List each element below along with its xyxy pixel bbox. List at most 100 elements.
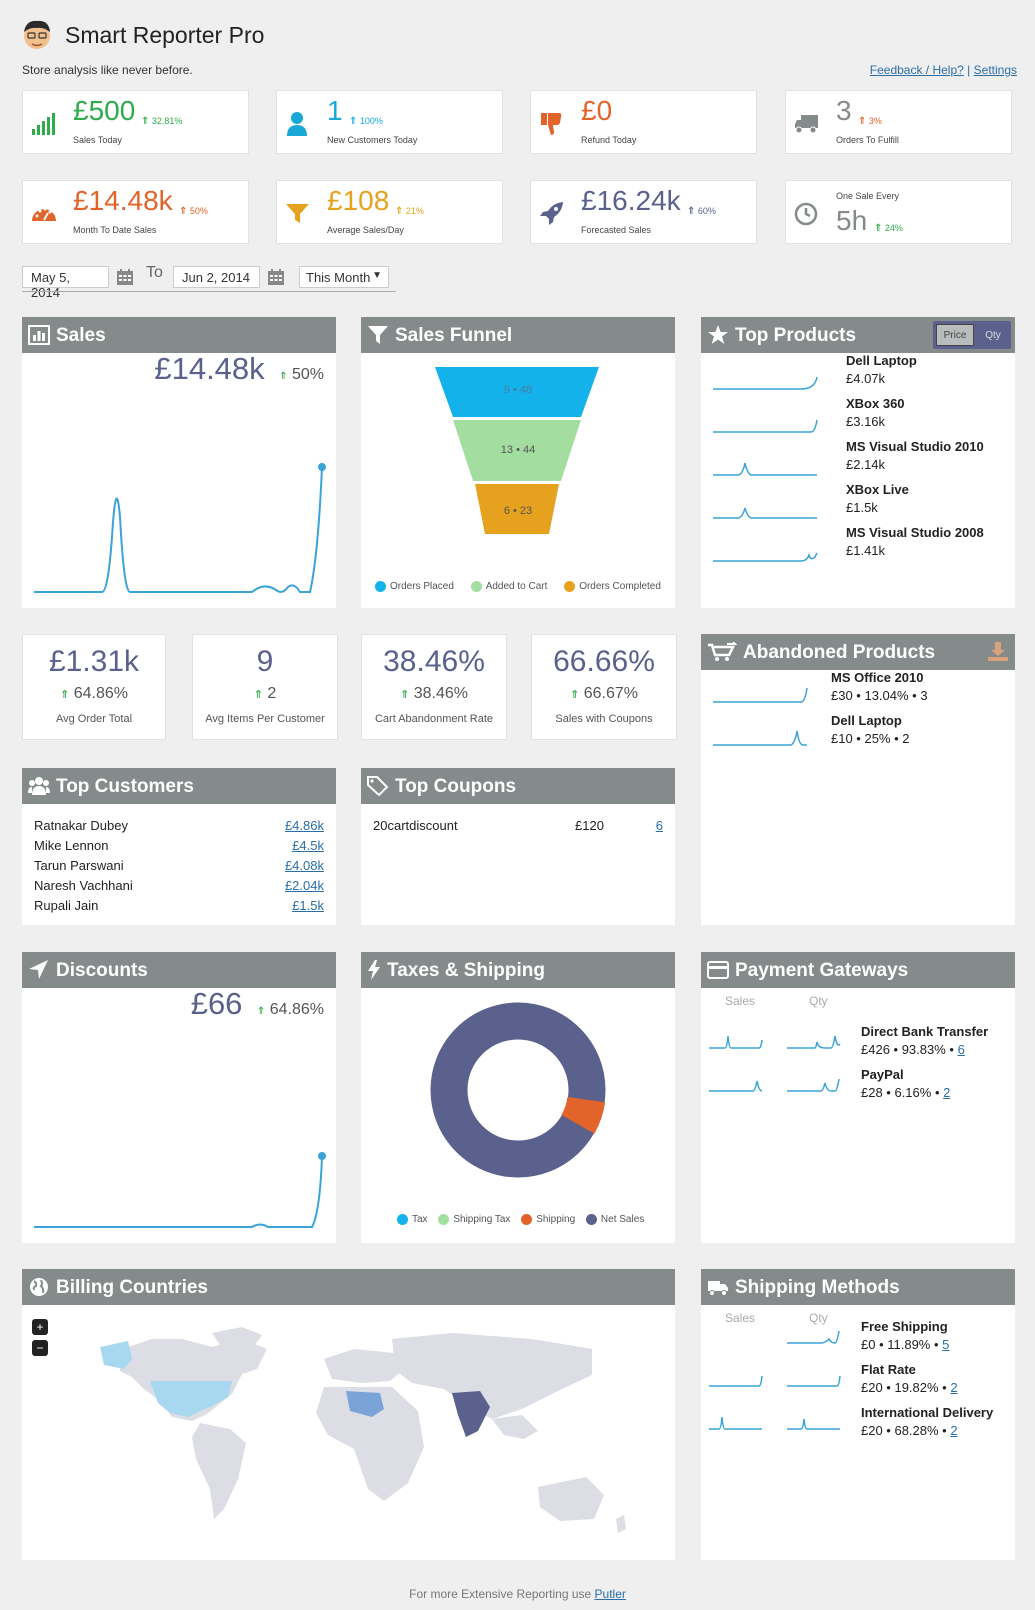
- gateway-detail: £20 • 19.82% • 2: [861, 1380, 958, 1395]
- map-zoom-out-button[interactable]: −: [32, 1340, 48, 1356]
- product-sparkline: [713, 419, 818, 433]
- map-zoom-in-button[interactable]: +: [32, 1319, 48, 1335]
- customer-value-link[interactable]: £1.5k: [292, 898, 324, 913]
- discounts-sparkline: [34, 1152, 326, 1228]
- kpi-label: Orders To Fulfill: [836, 135, 899, 145]
- product-value: £3.16k: [846, 414, 886, 429]
- up-arrow-icon: ⇑: [349, 116, 358, 127]
- date-from-input[interactable]: May 5, 2014: [22, 266, 109, 300]
- clock-icon: [794, 202, 818, 226]
- gateway-count-link[interactable]: 2: [950, 1380, 957, 1395]
- payment-header: Payment Gateways: [701, 952, 1015, 988]
- shipping-method-row[interactable]: Free Shipping £0 • 11.89% • 5: [701, 1319, 1015, 1365]
- shipping-method-row[interactable]: Flat Rate £20 • 19.82% • 2: [701, 1362, 1015, 1408]
- shipping-methods-widget: Shipping Methods Sales Qty Free Shipping…: [701, 1269, 1015, 1560]
- sales-total: £14.48k: [154, 351, 265, 386]
- stat-value: £1.31k: [48, 645, 140, 678]
- abandoned-title: Abandoned Products: [743, 642, 936, 663]
- toggle-price[interactable]: Price: [936, 324, 974, 346]
- funnel-icon: [286, 204, 309, 223]
- legend-dot: [564, 581, 576, 592]
- bar-chart-icon: [28, 325, 50, 345]
- settings-link[interactable]: Settings: [974, 63, 1017, 77]
- rocket-icon: [540, 202, 563, 225]
- world-map[interactable]: [92, 1319, 652, 1559]
- gauge-icon: [32, 207, 56, 221]
- top-products-header: Top Products Price Qty: [701, 317, 1015, 353]
- gateway-name: PayPal: [861, 1067, 904, 1082]
- customer-value-link[interactable]: £4.86k: [285, 818, 324, 833]
- price-qty-toggle[interactable]: Price Qty: [933, 321, 1011, 349]
- credit-card-icon: [707, 961, 729, 979]
- gateway-count-link[interactable]: 6: [958, 1042, 965, 1057]
- stat-change: ⇑ 2: [193, 685, 337, 703]
- toggle-qty[interactable]: Qty: [977, 324, 1009, 346]
- coupon-count-link[interactable]: 6: [656, 818, 663, 833]
- abandoned-detail: £30 • 13.04% • 3: [831, 688, 928, 703]
- kpi-card: £0 Refund Today: [530, 90, 757, 154]
- customer-value-link[interactable]: £2.04k: [285, 878, 324, 893]
- gateway-detail-text: £20 • 68.28% •: [861, 1423, 951, 1438]
- up-arrow-icon: ⇑: [687, 206, 696, 217]
- product-value: £1.5k: [846, 500, 878, 515]
- signal-bars-icon: [32, 113, 55, 135]
- kpi-label: Average Sales/Day: [327, 225, 404, 235]
- legend-shipping: Shipping: [536, 1214, 576, 1226]
- kpi-change: ⇑ 21%: [395, 206, 424, 217]
- taxes-header: Taxes & Shipping: [361, 952, 675, 988]
- cart-icon: [708, 642, 737, 661]
- gateway-name: International Delivery: [861, 1405, 994, 1420]
- sales-header: Sales: [22, 317, 336, 353]
- legend-added-to-cart: Added to Cart: [485, 581, 548, 593]
- abandoned-row[interactable]: Dell Laptop £10 • 25% • 2: [701, 713, 1015, 761]
- kpi-value: £0: [581, 95, 613, 126]
- avatar-icon: [24, 20, 50, 49]
- shipping-method-row[interactable]: International Delivery £20 • 68.28% • 2: [701, 1405, 1015, 1451]
- kpi-value: 3: [836, 95, 852, 126]
- customer-name: Naresh Vachhani: [34, 878, 133, 893]
- qty-sparkline: [787, 1418, 840, 1430]
- top-products-widget: Top Products Price Qty Dell Laptop £4.07…: [701, 317, 1015, 608]
- customer-row: Rupali Jain £1.5k: [34, 898, 324, 918]
- download-icon[interactable]: [987, 642, 1009, 662]
- putler-link[interactable]: Putler: [595, 1587, 626, 1601]
- kpi-change: ⇑ 24%: [874, 223, 903, 234]
- payment-title: Payment Gateways: [735, 960, 909, 981]
- product-row[interactable]: MS Visual Studio 2008 £1.41k: [701, 525, 1015, 579]
- taxes-shipping-widget: Taxes & Shipping Tax Shipping Tax Shippi…: [361, 952, 675, 1243]
- gateway-row[interactable]: Direct Bank Transfer £426 • 93.83% • 6: [701, 1024, 1015, 1070]
- up-arrow-icon: ⇑: [60, 689, 70, 701]
- kpi-label: Month To Date Sales: [73, 225, 157, 235]
- calendar-icon[interactable]: [267, 268, 285, 286]
- product-name: Dell Laptop: [846, 353, 917, 368]
- gateway-count-link[interactable]: 5: [942, 1337, 949, 1352]
- stat-card: 66.66% ⇑ 66.67% Sales with Coupons: [531, 634, 677, 740]
- kpi-change-value: 60%: [697, 206, 716, 216]
- billing-header: Billing Countries: [22, 1269, 675, 1305]
- legend-dot: [585, 1214, 597, 1225]
- date-preset-select[interactable]: This Month ▼: [299, 266, 389, 288]
- top-coupons-widget: Top Coupons 20cartdiscount £120 6: [361, 768, 675, 925]
- feedback-link[interactable]: Feedback / Help?: [870, 63, 964, 77]
- coupon-amount: £120: [575, 818, 604, 833]
- gateway-row[interactable]: PayPal £28 • 6.16% • 2: [701, 1067, 1015, 1113]
- taxes-title: Taxes & Shipping: [387, 960, 546, 981]
- kpi-card: £14.48k Month To Date Sales ⇑ 50%: [22, 180, 249, 244]
- kpi-card: £108 Average Sales/Day ⇑ 21%: [276, 180, 503, 244]
- gateway-name: Flat Rate: [861, 1362, 916, 1377]
- date-to-input[interactable]: Jun 2, 2014: [173, 266, 260, 288]
- customer-value-link[interactable]: £4.08k: [285, 858, 324, 873]
- product-name: XBox Live: [846, 482, 909, 497]
- sales-sparkline: [709, 1375, 763, 1387]
- sales-summary: £14.48k ⇑ 50%: [154, 351, 324, 387]
- stat-value: 9: [256, 645, 274, 678]
- top-customers-header: Top Customers: [22, 768, 336, 804]
- gateway-count-link[interactable]: 2: [950, 1423, 957, 1438]
- customer-value-link[interactable]: £4.5k: [292, 838, 324, 853]
- abandoned-row[interactable]: MS Office 2010 £30 • 13.04% • 3: [701, 670, 1015, 718]
- calendar-icon[interactable]: [116, 268, 134, 286]
- billing-countries-widget: Billing Countries + −: [22, 1269, 675, 1560]
- kpi-change-value: 24%: [884, 223, 903, 233]
- kpi-change: ⇑ 100%: [349, 116, 383, 127]
- gateway-count-link[interactable]: 2: [943, 1085, 950, 1100]
